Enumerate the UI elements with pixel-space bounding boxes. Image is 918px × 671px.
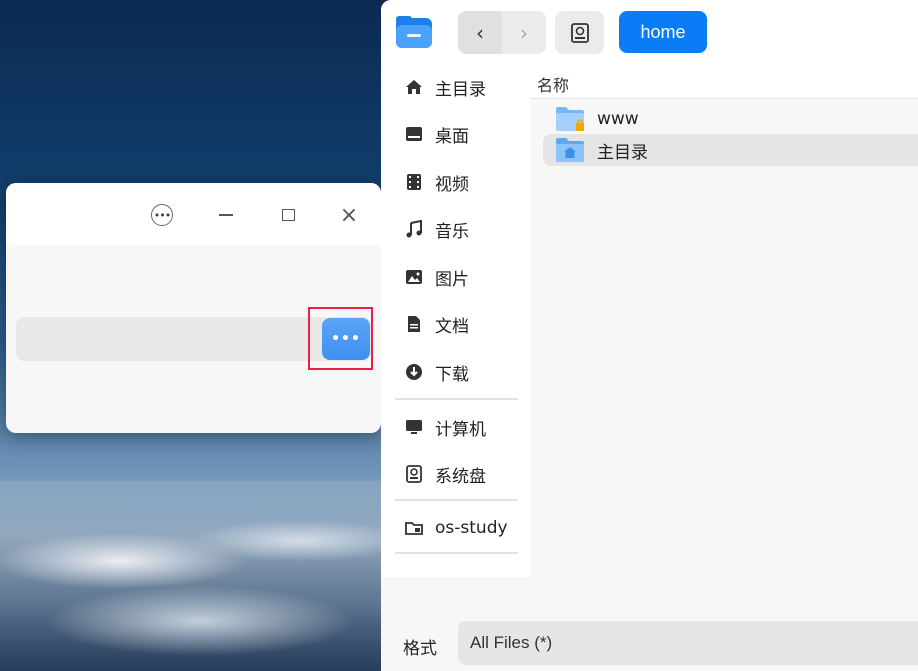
bottom-bar: 格式 All Files (*) xyxy=(381,577,918,671)
titlebar: ••• × xyxy=(6,183,381,245)
sidebar-divider xyxy=(395,499,518,501)
minimize-icon xyxy=(219,214,233,216)
disk-icon xyxy=(406,465,422,483)
disk-view-button[interactable] xyxy=(555,11,604,54)
sidebar-item-video[interactable]: 视频 xyxy=(381,160,530,204)
sidebar-item-computer[interactable]: 计算机 xyxy=(381,405,530,449)
sidebar-item-label: 图片 xyxy=(435,269,469,290)
sidebar-item-label: os-study xyxy=(435,518,508,538)
sidebar: 主目录 桌面 视频 音乐 图片 文档 下载 计算机 系统盘 os-study xyxy=(381,63,530,577)
column-header-label: 名称 xyxy=(537,76,570,95)
sidebar-item-label: 桌面 xyxy=(435,126,469,147)
sidebar-item-label: 文档 xyxy=(435,316,469,337)
sidebar-item-documents[interactable]: 文档 xyxy=(381,302,530,346)
download-icon xyxy=(406,364,422,380)
maximize-icon xyxy=(281,209,295,221)
window-menu-button[interactable]: ••• xyxy=(147,200,177,230)
close-button[interactable]: × xyxy=(334,200,364,230)
sidebar-item-label: 下载 xyxy=(435,364,469,385)
sidebar-divider xyxy=(395,552,518,554)
format-label: 格式 xyxy=(403,639,437,659)
chevron-right-icon: › xyxy=(520,20,528,45)
sidebar-item-desktop[interactable]: 桌面 xyxy=(381,112,530,156)
close-icon: × xyxy=(339,202,359,228)
music-icon xyxy=(406,220,422,238)
file-manager-icon xyxy=(395,13,433,51)
folder-icon xyxy=(405,522,423,535)
picture-icon xyxy=(406,270,422,284)
locked-folder-icon xyxy=(556,107,584,131)
format-select[interactable]: All Files (*) xyxy=(458,621,918,665)
sidebar-divider xyxy=(395,398,518,400)
sidebar-item-label: 计算机 xyxy=(435,419,486,440)
document-icon xyxy=(408,316,420,332)
sidebar-item-music[interactable]: 音乐 xyxy=(381,207,530,251)
sidebar-item-label: 主目录 xyxy=(435,79,486,100)
minimize-button[interactable] xyxy=(211,200,241,230)
sidebar-item-label: 系统盘 xyxy=(435,466,486,487)
sidebar-item-os-study[interactable]: os-study xyxy=(381,506,530,550)
home-icon xyxy=(406,80,422,94)
menu-icon: ••• xyxy=(151,204,173,226)
highlight-box xyxy=(308,307,373,370)
sidebar-item-label: 音乐 xyxy=(435,221,469,242)
forward-button[interactable]: › xyxy=(502,11,546,54)
maximize-button[interactable] xyxy=(273,200,303,230)
small-dialog-window: ••• × ••• xyxy=(6,183,381,433)
file-name: www xyxy=(597,109,639,129)
navigation-group: ‹ › xyxy=(458,11,546,54)
file-chooser-dialog: ‹ › home 主目录 桌面 视频 音乐 图片 文档 下载 计算机 系统盘 o… xyxy=(381,0,918,671)
sidebar-item-label: 视频 xyxy=(435,174,469,195)
toolbar: ‹ › home xyxy=(381,0,918,63)
format-select-value: All Files (*) xyxy=(470,633,553,652)
file-name: 主目录 xyxy=(597,142,648,163)
chevron-left-icon: ‹ xyxy=(476,20,484,45)
home-folder-icon xyxy=(556,138,584,162)
sidebar-item-downloads[interactable]: 下载 xyxy=(381,350,530,394)
file-row-home[interactable]: 主目录 xyxy=(543,134,918,166)
sidebar-item-home[interactable]: 主目录 xyxy=(381,65,530,109)
sidebar-item-pictures[interactable]: 图片 xyxy=(381,255,530,299)
back-button[interactable]: ‹ xyxy=(458,11,502,54)
file-list: www 主目录 xyxy=(530,99,918,577)
video-icon xyxy=(407,174,421,190)
computer-icon xyxy=(406,420,422,434)
desktop-icon xyxy=(406,127,422,141)
column-header-name[interactable]: 名称 xyxy=(530,63,918,99)
breadcrumb-home[interactable]: home xyxy=(619,11,707,53)
file-row-www[interactable]: www xyxy=(543,103,918,135)
sidebar-item-system-disk[interactable]: 系统盘 xyxy=(381,452,530,496)
disk-icon xyxy=(570,22,589,43)
